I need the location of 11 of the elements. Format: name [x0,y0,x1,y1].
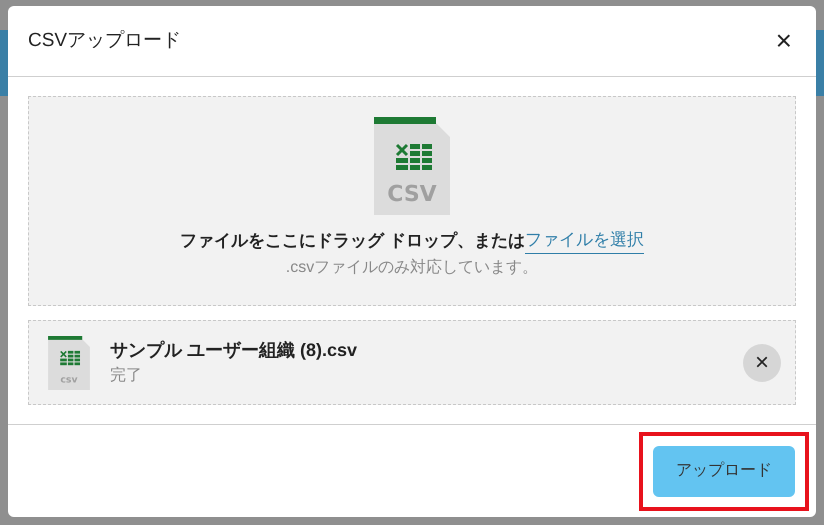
file-type-hint: .csvファイルのみ対応しています。 [286,258,538,278]
close-button[interactable]: × [772,27,796,55]
dialog-title: CSVアップロード [28,28,182,53]
remove-file-button[interactable]: × [743,344,781,382]
drop-prompt: ファイルをここにドラッグ ドロップ、または [180,230,525,252]
select-file-link[interactable]: ファイルを選択 [524,227,644,254]
csv-file-icon: csv [48,336,90,390]
file-status: 完了 [110,366,143,386]
file-name: サンプル ユーザー組織 (8).csv [110,339,358,362]
upload-button[interactable]: アップロード [653,446,795,496]
drop-zone[interactable]: CSV ファイルをここにドラッグ ドロップ、またはファイルを選択 .csvファイルのみ対応しています。 [28,96,796,306]
